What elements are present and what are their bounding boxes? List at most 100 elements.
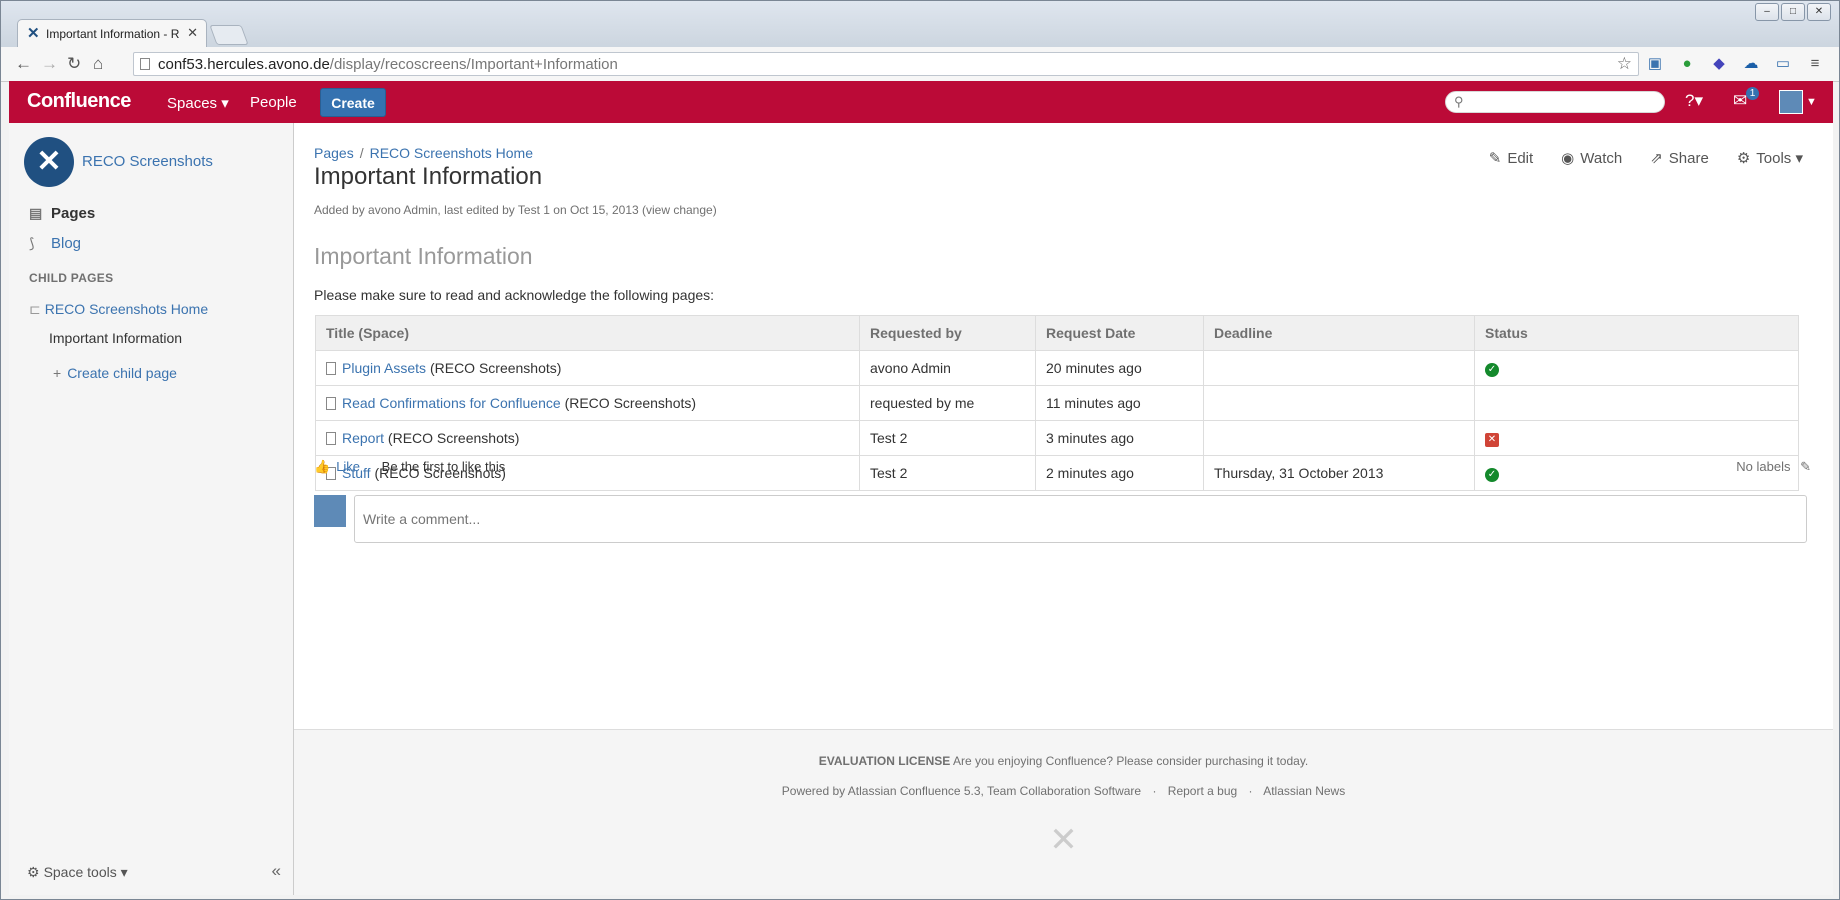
create-button[interactable]: Create: [320, 88, 386, 117]
browser-tab[interactable]: ✕ Important Information - R ✕: [17, 19, 207, 47]
cell-title: Report (RECO Screenshots): [315, 420, 860, 456]
rss-icon: ⟆: [29, 235, 35, 251]
confluence-app: Confluence Spaces ▾ People Create ⚲ ?▾ ✉…: [9, 81, 1833, 895]
close-tab-icon[interactable]: ✕: [187, 25, 198, 41]
atlassian-logo-icon: ✕: [1049, 821, 1078, 859]
search-input[interactable]: ⚲: [1445, 91, 1665, 113]
like-row: 👍 Like Be the first to like this: [314, 459, 505, 475]
tree-item-home[interactable]: ⊏ RECO Screenshots Home: [29, 301, 208, 318]
gear-icon: ⚙: [27, 864, 40, 880]
share-button[interactable]: ⇗ Share: [1650, 149, 1709, 167]
document-icon: [326, 397, 336, 410]
thumbs-up-icon: 👍: [314, 459, 331, 474]
page-icon: [140, 58, 150, 70]
new-tab-button[interactable]: [209, 25, 249, 45]
tree-icon: ⊏: [29, 301, 41, 317]
comment-input[interactable]: [354, 495, 1807, 543]
col-request-date[interactable]: Request Date: [1035, 315, 1204, 351]
people-link[interactable]: People: [250, 94, 297, 111]
page-link[interactable]: Read Confirmations for Confluence: [342, 395, 561, 411]
address-bar[interactable]: conf53.hercules.avono.de/display/recoscr…: [133, 52, 1639, 76]
sidebar-item-blog[interactable]: ⟆ Blog: [29, 235, 81, 252]
sidebar-item-pages[interactable]: ▤ Pages: [29, 205, 95, 222]
forward-icon[interactable]: →: [41, 54, 58, 74]
space-logo[interactable]: ✕: [24, 137, 74, 187]
confirmation-table: Title (Space) Requested by Request Date …: [315, 315, 1799, 491]
extension-1-icon[interactable]: ▣: [1645, 54, 1665, 74]
plus-icon: +: [53, 365, 62, 381]
extension-5-icon[interactable]: ▭: [1773, 54, 1793, 74]
cell-requested-by: requested by me: [859, 385, 1036, 421]
home-icon[interactable]: ⌂: [93, 54, 103, 74]
table-row: Plugin Assets (RECO Screenshots) avono A…: [315, 350, 1799, 386]
table-row: Report (RECO Screenshots) Test 2 3 minut…: [315, 420, 1799, 456]
user-avatar[interactable]: [1779, 90, 1803, 114]
cell-requested-by: Test 2: [859, 420, 1036, 456]
page-title: Important Information: [314, 163, 543, 190]
window-controls: – □ ✕: [1755, 3, 1831, 21]
space-name-link[interactable]: RECO Screenshots: [82, 153, 213, 170]
child-pages-heading: CHILD PAGES: [29, 271, 114, 285]
menu-icon[interactable]: ≡: [1805, 54, 1825, 74]
cell-deadline: [1203, 385, 1475, 421]
table-header-row: Title (Space) Requested by Request Date …: [315, 315, 1799, 351]
cell-deadline: [1203, 350, 1475, 386]
confluence-logo[interactable]: Confluence: [27, 90, 131, 113]
cross-icon: ✕: [1485, 433, 1499, 447]
col-status[interactable]: Status: [1474, 315, 1799, 351]
table-row: Stuff (RECO Screenshots) Test 2 2 minute…: [315, 455, 1799, 491]
tools-button[interactable]: ⚙ Tools ▾: [1737, 149, 1803, 167]
breadcrumb: Pages / RECO Screenshots Home: [314, 145, 533, 161]
cell-status: ✓: [1474, 350, 1799, 386]
confluence-favicon-icon: ✕: [27, 25, 40, 42]
tree-item-current[interactable]: Important Information: [49, 330, 182, 346]
watch-button[interactable]: ◉ Watch: [1561, 149, 1622, 167]
powered-by-link[interactable]: Powered by Atlassian Confluence 5.3, Tea…: [782, 784, 1141, 798]
cell-status: [1474, 385, 1799, 421]
check-icon: ✓: [1485, 468, 1499, 482]
main-content: Pages / RECO Screenshots Home Important In…: [294, 123, 1833, 895]
footer: EVALUATION LICENSE Are you enjoying Conf…: [294, 729, 1833, 895]
col-deadline[interactable]: Deadline: [1203, 315, 1475, 351]
col-requested-by[interactable]: Requested by: [859, 315, 1036, 351]
collapse-sidebar-icon[interactable]: «: [272, 861, 281, 881]
maximize-button[interactable]: □: [1781, 3, 1805, 21]
page-link[interactable]: Plugin Assets: [342, 360, 426, 376]
minimize-button[interactable]: –: [1755, 3, 1779, 21]
report-bug-link[interactable]: Report a bug: [1168, 784, 1237, 798]
like-button[interactable]: 👍 Like: [314, 459, 360, 474]
cell-requested-by: Test 2: [859, 455, 1036, 491]
extension-2-icon[interactable]: ●: [1677, 54, 1697, 74]
edit-labels-icon[interactable]: ✎: [1800, 459, 1811, 474]
atlassian-news-link[interactable]: Atlassian News: [1263, 784, 1345, 798]
footer-links: Powered by Atlassian Confluence 5.3, Tea…: [294, 784, 1833, 798]
space-tools-menu[interactable]: ⚙ Space tools ▾: [27, 864, 128, 881]
extension-4-icon[interactable]: ☁: [1741, 54, 1761, 74]
browser-window: ✕ Important Information - R ✕ – □ ✕ ← → …: [0, 0, 1840, 900]
pencil-icon: ✎: [1488, 150, 1502, 167]
col-title[interactable]: Title (Space): [315, 315, 860, 351]
back-icon[interactable]: ←: [15, 54, 32, 74]
commenter-avatar: [314, 495, 346, 527]
breadcrumb-home[interactable]: RECO Screenshots Home: [370, 145, 533, 161]
labels-area[interactable]: No labels ✎: [1736, 459, 1811, 475]
bookmark-star-icon[interactable]: ☆: [1617, 54, 1632, 74]
help-icon[interactable]: ?▾: [1685, 91, 1703, 111]
section-heading: Important Information: [314, 243, 533, 269]
page-link[interactable]: Report: [342, 430, 384, 446]
extension-3-icon[interactable]: ◆: [1709, 54, 1729, 74]
sidebar: ✕ RECO Screenshots ▤ Pages ⟆ Blog CHILD PA…: [9, 123, 294, 895]
cell-title: Read Confirmations for Confluence (RECO …: [315, 385, 860, 421]
check-icon: ✓: [1485, 363, 1499, 377]
create-child-page-link[interactable]: + Create child page: [53, 365, 177, 381]
license-notice: EVALUATION LICENSE Are you enjoying Conf…: [818, 754, 1309, 768]
chevron-down-icon[interactable]: ▼: [1806, 96, 1817, 108]
close-window-button[interactable]: ✕: [1807, 3, 1831, 21]
cell-status: ✕: [1474, 420, 1799, 456]
cell-deadline: [1203, 420, 1475, 456]
breadcrumb-pages[interactable]: Pages: [314, 145, 354, 161]
reload-icon[interactable]: ↻: [67, 54, 81, 74]
footer-separator: ·: [1248, 784, 1253, 798]
spaces-menu[interactable]: Spaces ▾: [167, 94, 229, 112]
edit-button[interactable]: ✎ Edit: [1489, 149, 1533, 167]
